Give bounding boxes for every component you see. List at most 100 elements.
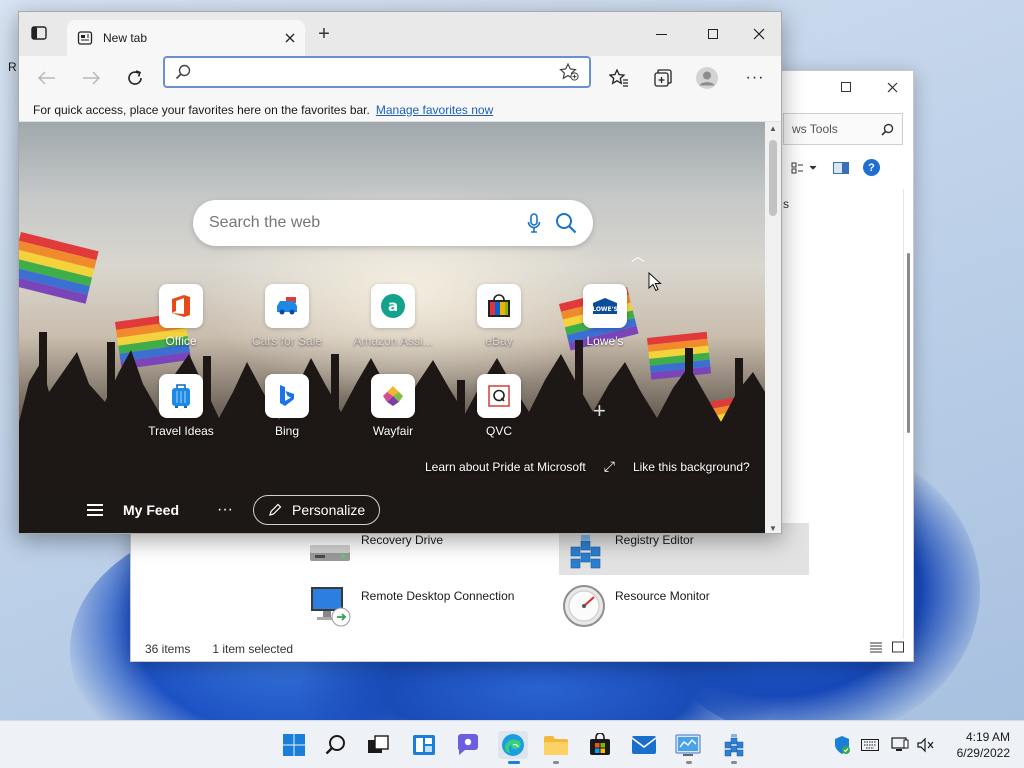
view-options-icon[interactable] bbox=[791, 161, 819, 175]
explorer-scrollbar[interactable] bbox=[903, 189, 913, 639]
large-icons-view-icon[interactable] bbox=[891, 641, 905, 653]
mail-button[interactable] bbox=[630, 731, 658, 759]
explorer-close-button[interactable] bbox=[869, 71, 915, 103]
forward-button[interactable] bbox=[79, 66, 103, 90]
network-tray-button[interactable] bbox=[890, 735, 910, 755]
collections-button[interactable] bbox=[651, 66, 675, 90]
taskbar: 4:19 AM 6/29/2022 bbox=[0, 720, 1024, 768]
qvc-icon bbox=[477, 374, 521, 418]
control-panel-button[interactable] bbox=[674, 731, 702, 759]
add-favorite-icon[interactable] bbox=[559, 63, 579, 81]
my-feed-tab[interactable]: My Feed bbox=[123, 502, 179, 518]
help-icon[interactable]: ? bbox=[863, 159, 880, 176]
new-tab-button[interactable]: + bbox=[313, 24, 335, 46]
search-button[interactable] bbox=[322, 731, 350, 759]
manage-favorites-link[interactable]: Manage favorites now bbox=[376, 103, 493, 117]
car-icon bbox=[265, 284, 309, 328]
quick-link-office[interactable]: Office bbox=[131, 284, 231, 348]
page-scrollbar[interactable]: ▲ ▼ bbox=[765, 122, 781, 533]
tile-label: Amazon Assi... bbox=[353, 334, 433, 348]
file-explorer-taskbar-button[interactable] bbox=[542, 731, 570, 759]
quick-link-cars-for-sale[interactable]: Cars for Sale bbox=[237, 284, 337, 348]
profile-button[interactable] bbox=[695, 66, 719, 90]
widgets-button[interactable] bbox=[410, 731, 438, 759]
address-input[interactable] bbox=[203, 64, 547, 80]
quick-link-amazon-assistant[interactable]: a Amazon Assi... bbox=[343, 284, 443, 348]
maximize-icon bbox=[708, 29, 718, 39]
minimize-button[interactable] bbox=[649, 22, 673, 46]
explorer-search-box[interactable]: ws Tools bbox=[783, 113, 903, 145]
microphone-icon[interactable] bbox=[527, 213, 541, 233]
tile-label: Office bbox=[165, 334, 197, 348]
lowes-icon: LOWE'S bbox=[583, 284, 627, 328]
tab-new-tab[interactable]: New tab bbox=[67, 20, 305, 56]
new-tab-page-icon bbox=[77, 31, 93, 45]
browser-toolbar: ··· bbox=[19, 56, 781, 98]
svg-text:a: a bbox=[388, 297, 398, 315]
forward-arrow-icon bbox=[83, 71, 100, 85]
pride-link[interactable]: Learn about Pride at Microsoft bbox=[425, 460, 586, 474]
favorites-bar-message: For quick access, place your favorites h… bbox=[33, 102, 370, 117]
address-bar[interactable] bbox=[163, 56, 591, 88]
quick-link-lowes[interactable]: LOWE'S Lowe's bbox=[555, 284, 655, 348]
web-search-input[interactable] bbox=[209, 214, 513, 232]
svg-text:LOWE'S: LOWE'S bbox=[592, 306, 618, 313]
explorer-pane-fragment: s bbox=[783, 197, 789, 211]
scroll-thumb[interactable] bbox=[769, 140, 777, 216]
settings-more-button[interactable]: ··· bbox=[743, 66, 767, 90]
preview-pane-icon[interactable] bbox=[833, 161, 849, 174]
keyboard-tray-button[interactable] bbox=[860, 735, 880, 755]
scroll-up-arrow-icon[interactable]: ▲ bbox=[769, 124, 777, 133]
quick-link-qvc[interactable]: QVC bbox=[449, 374, 549, 438]
hamburger-menu-icon[interactable] bbox=[87, 503, 103, 516]
registry-editor-taskbar-button[interactable] bbox=[720, 731, 748, 759]
scroll-down-arrow-icon[interactable]: ▼ bbox=[769, 524, 777, 533]
pencil-icon bbox=[269, 503, 282, 516]
explorer-item-recovery-drive[interactable]: Recovery Drive bbox=[307, 533, 527, 583]
start-button[interactable] bbox=[280, 731, 308, 759]
close-button[interactable] bbox=[747, 22, 771, 46]
maximize-button[interactable] bbox=[701, 22, 725, 46]
search-icon[interactable] bbox=[555, 212, 577, 234]
back-button[interactable] bbox=[35, 66, 59, 90]
suitcase-icon bbox=[159, 374, 203, 418]
mouse-cursor-icon bbox=[648, 272, 662, 292]
quick-link-travel-ideas[interactable]: Travel Ideas bbox=[131, 374, 231, 438]
volume-tray-button[interactable] bbox=[916, 735, 936, 755]
bing-icon bbox=[265, 374, 309, 418]
tab-actions-icon[interactable] bbox=[31, 26, 49, 42]
quick-link-ebay[interactable]: eBay bbox=[449, 284, 549, 348]
store-button[interactable] bbox=[586, 731, 614, 759]
personalize-button[interactable]: Personalize bbox=[253, 494, 381, 525]
explorer-search-text: ws Tools bbox=[792, 122, 838, 136]
new-tab-page: ︿ Office Cars for Sale a Amazon Assi... … bbox=[19, 122, 765, 533]
clock[interactable]: 4:19 AM 6/29/2022 bbox=[957, 729, 1010, 761]
add-quick-link-icon[interactable]: + bbox=[593, 398, 606, 424]
explorer-item-remote-desktop[interactable]: Remote Desktop Connection bbox=[307, 583, 567, 633]
web-search-box[interactable] bbox=[193, 200, 593, 246]
refresh-button[interactable] bbox=[123, 66, 147, 90]
explorer-maximize-button[interactable] bbox=[823, 71, 869, 103]
explorer-status-bar: 36 items 1 item selected bbox=[131, 637, 913, 661]
quick-link-wayfair[interactable]: Wayfair bbox=[343, 374, 443, 438]
chat-button[interactable] bbox=[454, 731, 482, 759]
tile-label: Lowe's bbox=[586, 334, 624, 348]
like-background-link[interactable]: Like this background? bbox=[633, 460, 750, 474]
more-options-icon[interactable]: ··· bbox=[217, 501, 233, 519]
task-view-button[interactable] bbox=[364, 731, 392, 759]
expand-icon[interactable]: ⤢ bbox=[604, 458, 615, 475]
office-icon bbox=[159, 284, 203, 328]
explorer-scroll-thumb[interactable] bbox=[907, 253, 910, 433]
control-panel-icon bbox=[675, 734, 701, 756]
quick-link-bing[interactable]: Bing bbox=[237, 374, 337, 438]
favorites-button[interactable] bbox=[607, 66, 631, 90]
details-view-icon[interactable] bbox=[869, 641, 883, 653]
collapse-chevron-icon[interactable]: ︿ bbox=[631, 246, 645, 266]
security-tray-button[interactable] bbox=[832, 735, 852, 755]
edge-taskbar-button[interactable] bbox=[498, 731, 528, 759]
store-icon bbox=[590, 733, 610, 755]
desktop-icon-label[interactable]: R bbox=[8, 60, 17, 74]
item-label: Resource Monitor bbox=[615, 589, 710, 603]
close-tab-icon[interactable] bbox=[285, 33, 295, 43]
explorer-item-resource-monitor[interactable]: Resource Monitor bbox=[561, 583, 801, 633]
